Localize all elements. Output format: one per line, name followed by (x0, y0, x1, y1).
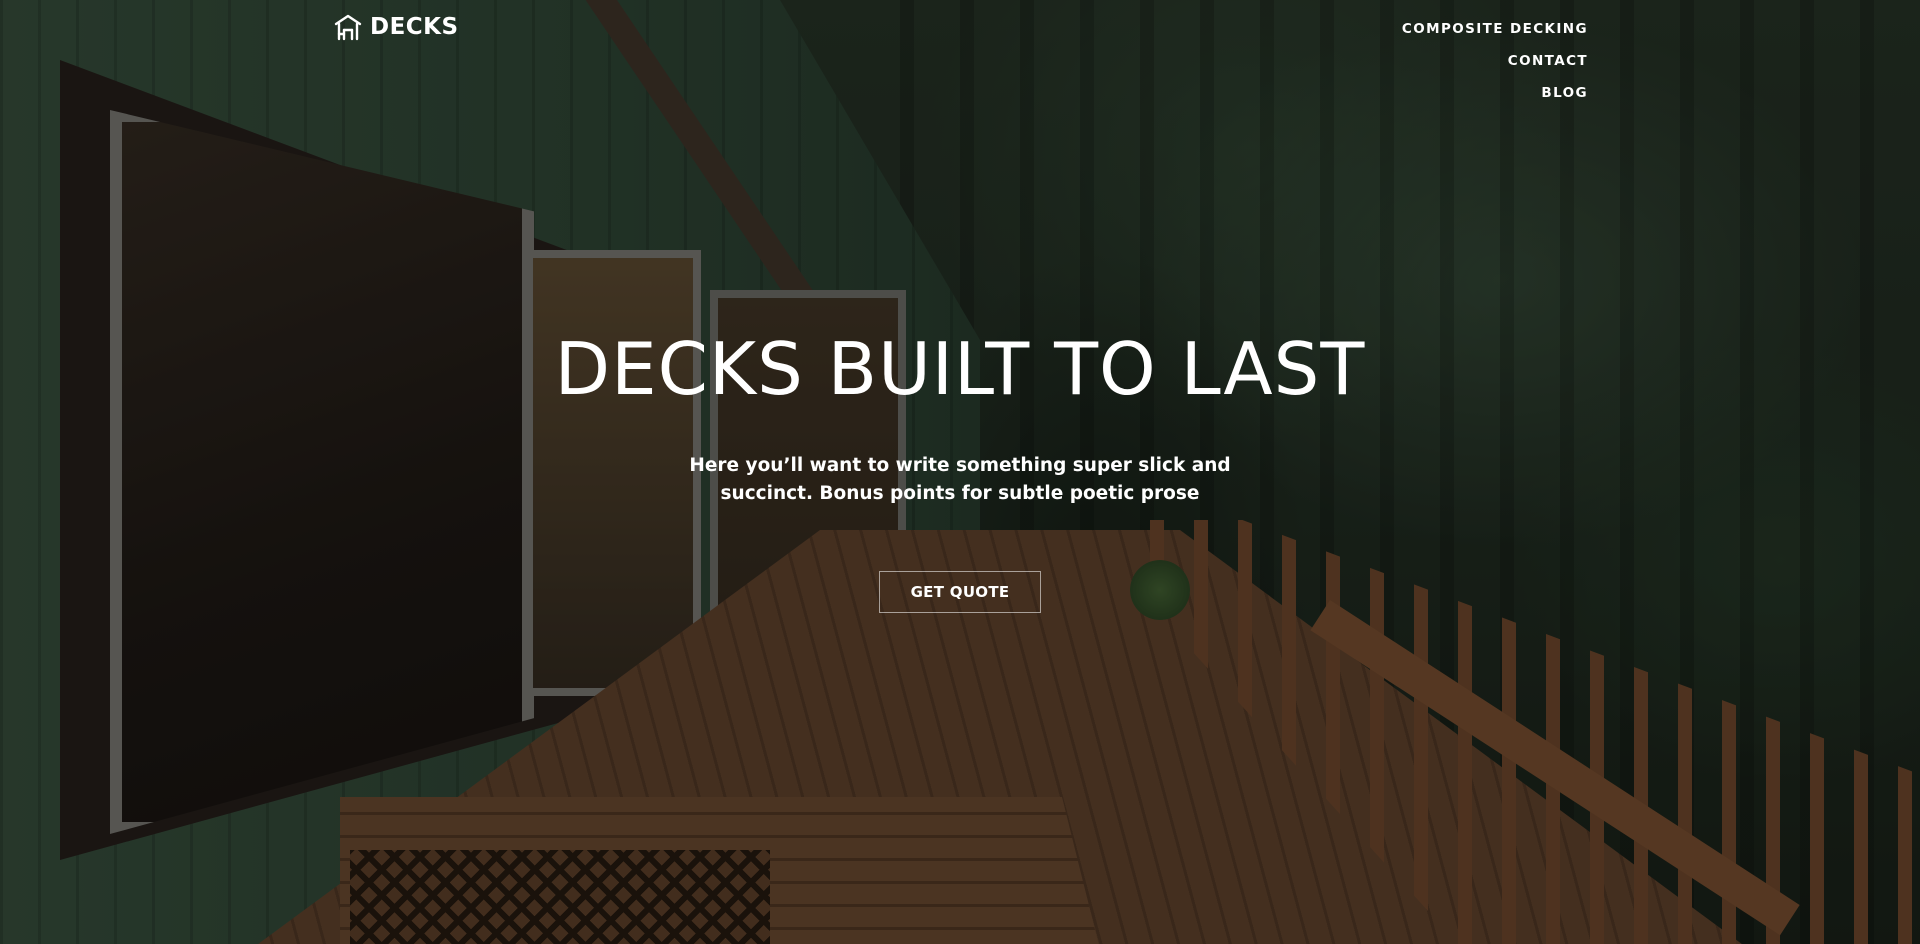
nav-link-contact[interactable]: CONTACT (1508, 52, 1588, 70)
brand-name: DECKS (370, 14, 459, 40)
brand-logo-link[interactable]: DECKS (334, 13, 459, 41)
nav-link-composite-decking[interactable]: COMPOSITE DECKING (1402, 20, 1588, 38)
hero-title: DECKS BUILT TO LAST (554, 327, 1366, 411)
hero-subtitle: Here you’ll want to write something supe… (0, 452, 1920, 508)
hero-subtitle-line-1: Here you’ll want to write something supe… (689, 455, 1231, 476)
house-icon (334, 14, 362, 41)
get-quote-button[interactable]: GET QUOTE (879, 571, 1041, 613)
main-nav: COMPOSITE DECKING CONTACT BLOG (1402, 20, 1588, 102)
hero-section: DECKS COMPOSITE DECKING CONTACT BLOG DEC… (0, 0, 1920, 944)
nav-link-blog[interactable]: BLOG (1541, 84, 1588, 102)
hero-subtitle-line-2: succinct. Bonus points for subtle poetic… (720, 483, 1200, 504)
